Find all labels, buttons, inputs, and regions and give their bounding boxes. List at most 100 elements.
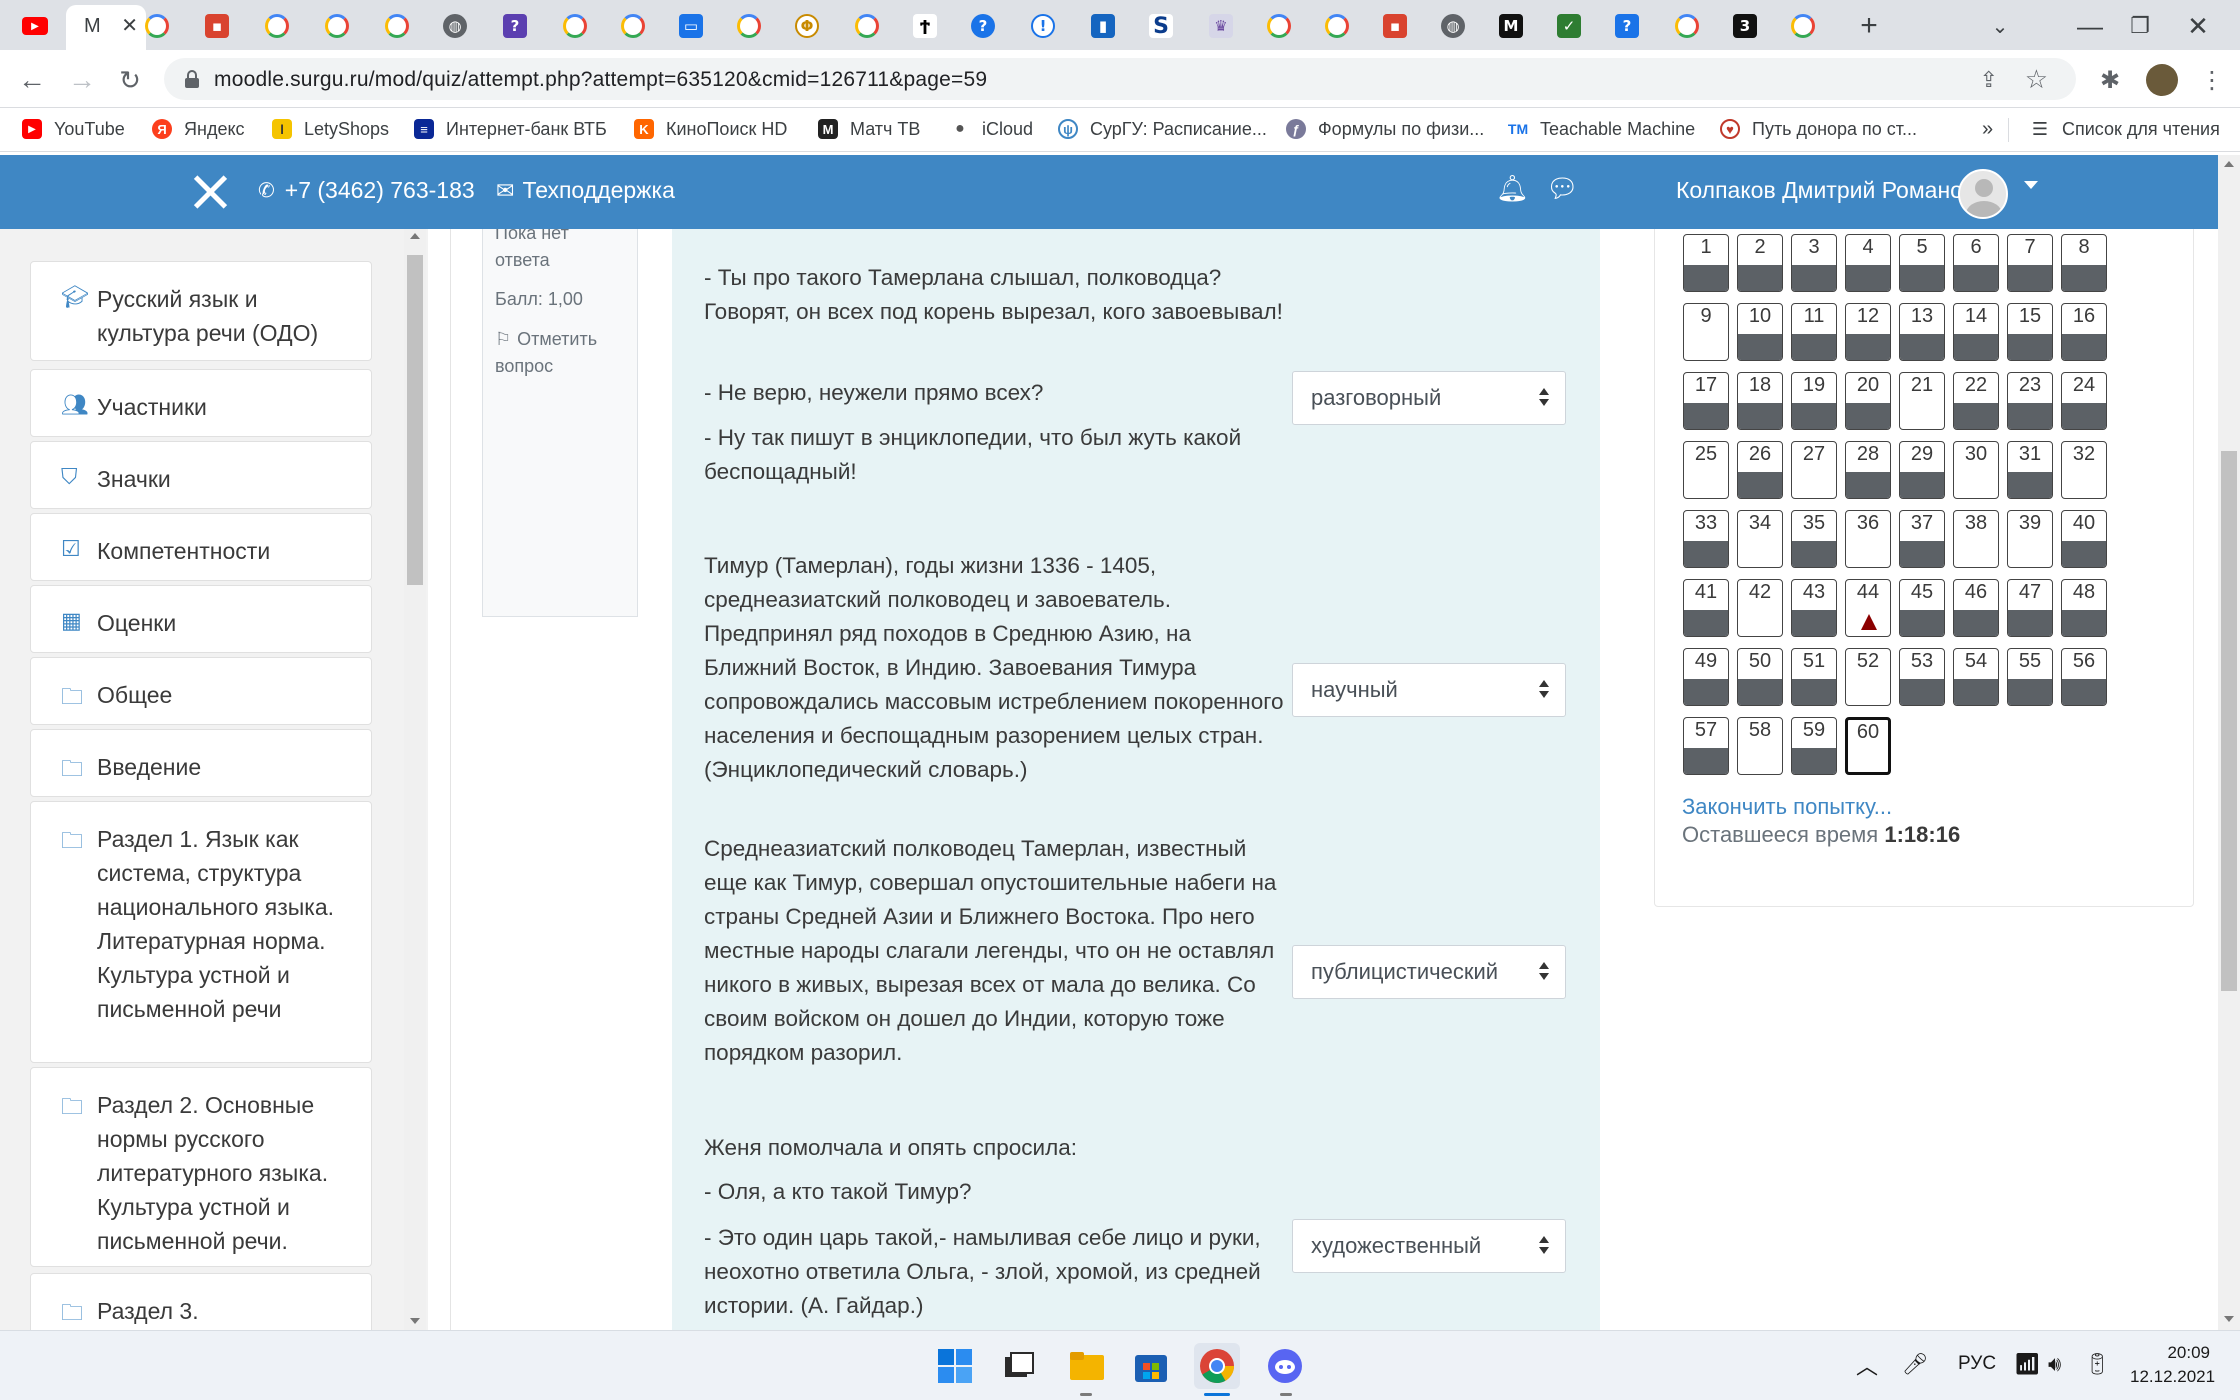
tab-google[interactable]: [370, 6, 424, 46]
menu-kebab-icon[interactable]: ⋮: [2196, 64, 2228, 96]
finish-attempt-link[interactable]: Закончить попытку...: [1682, 794, 1892, 820]
question-nav-button[interactable]: 53: [1899, 648, 1945, 706]
tab-briefcase[interactable]: ▪: [1368, 6, 1422, 46]
store-button[interactable]: [1128, 1343, 1174, 1389]
share-icon[interactable]: ⇪: [1980, 67, 1998, 93]
page-scrollbar[interactable]: [2218, 155, 2240, 1330]
question-nav-button[interactable]: 26: [1737, 441, 1783, 499]
profile-avatar[interactable]: [2146, 64, 2178, 96]
language-indicator[interactable]: РУС: [1958, 1353, 1996, 1375]
question-nav-button[interactable]: 50: [1737, 648, 1783, 706]
sidebar-item-general[interactable]: 🗀 Общее: [30, 657, 372, 725]
question-nav-button[interactable]: 48: [2061, 579, 2107, 637]
question-nav-button[interactable]: 19: [1791, 372, 1837, 430]
show-hidden-icons-chevron-icon[interactable]: ︿: [1856, 1349, 1878, 1381]
tab-google[interactable]: [1660, 6, 1714, 46]
bookmark-vtb[interactable]: ≡ Интернет-банк ВТБ: [414, 114, 607, 144]
question-nav-button[interactable]: 47: [2007, 579, 2053, 637]
question-nav-button[interactable]: 21: [1899, 372, 1945, 430]
question-nav-button[interactable]: 45: [1899, 579, 1945, 637]
volume-icon[interactable]: 🔊︎: [2048, 1353, 2061, 1377]
tab-bulb[interactable]: !: [1016, 6, 1070, 46]
question-nav-button[interactable]: 4: [1845, 234, 1891, 292]
scroll-down-arrow-icon[interactable]: [2224, 1316, 2234, 1322]
more-bookmarks-button[interactable]: »: [1982, 114, 1993, 144]
tab-3[interactable]: 3: [1718, 6, 1772, 46]
tab-globe[interactable]: ◍: [428, 6, 482, 46]
tab-google[interactable]: [130, 6, 184, 46]
tab-google[interactable]: [250, 6, 304, 46]
tab-google[interactable]: [1776, 6, 1830, 46]
microphone-icon[interactable]: 🎤︎: [1902, 1353, 1929, 1377]
tab-chat[interactable]: ▭: [664, 6, 718, 46]
tab-google[interactable]: [840, 6, 894, 46]
question-nav-button[interactable]: 34: [1737, 510, 1783, 568]
tab-google[interactable]: [548, 6, 602, 46]
sidebar-item-badges[interactable]: ⛉ Значки: [30, 441, 372, 509]
answer-select-3[interactable]: публицистический: [1292, 945, 1566, 999]
question-nav-button[interactable]: 54: [1953, 648, 1999, 706]
reload-button[interactable]: ↻: [114, 64, 146, 96]
message-icon[interactable]: 💬︎: [1546, 173, 1579, 204]
question-nav-button[interactable]: 15: [2007, 303, 2053, 361]
bookmark-teachable[interactable]: TM Teachable Machine: [1508, 114, 1695, 144]
sidebar-item-section-3[interactable]: 🗀 Раздел 3.: [30, 1273, 372, 1330]
question-nav-button[interactable]: 31: [2007, 441, 2053, 499]
question-nav-button[interactable]: 46: [1953, 579, 1999, 637]
question-nav-button[interactable]: 36: [1845, 510, 1891, 568]
bookmark-icloud[interactable]: ● iCloud: [950, 114, 1033, 144]
tab-figure[interactable]: Ϯ: [898, 6, 952, 46]
question-nav-button[interactable]: 25: [1683, 441, 1729, 499]
start-button[interactable]: [932, 1343, 978, 1389]
tab-phi[interactable]: Φ: [780, 6, 834, 46]
bookmark-yandex[interactable]: Я Яндекс: [152, 114, 245, 144]
question-nav-button[interactable]: 14: [1953, 303, 1999, 361]
question-nav-button[interactable]: 20: [1845, 372, 1891, 430]
tab-s[interactable]: S: [1134, 6, 1188, 46]
tab-check[interactable]: ✓: [1542, 6, 1596, 46]
question-nav-button[interactable]: 38: [1953, 510, 1999, 568]
question-nav-button[interactable]: 32: [2061, 441, 2107, 499]
question-nav-button[interactable]: 18: [1737, 372, 1783, 430]
bookmark-youtube[interactable]: ▶ YouTube: [22, 114, 125, 144]
question-nav-button[interactable]: 59: [1791, 717, 1837, 775]
scroll-up-arrow-icon[interactable]: [410, 233, 420, 239]
sidebar-item-participants[interactable]: 👥︎ Участники: [30, 369, 372, 437]
question-nav-button[interactable]: 9: [1683, 303, 1729, 361]
question-nav-button[interactable]: 51: [1791, 648, 1837, 706]
question-nav-button[interactable]: 37: [1899, 510, 1945, 568]
question-nav-button[interactable]: 33: [1683, 510, 1729, 568]
file-explorer-button[interactable]: [1064, 1343, 1110, 1389]
question-nav-button[interactable]: 44: [1845, 579, 1891, 637]
question-nav-button[interactable]: 43: [1791, 579, 1837, 637]
question-nav-button[interactable]: 6: [1953, 234, 1999, 292]
answer-select-4[interactable]: художественный: [1292, 1219, 1566, 1273]
tab-help[interactable]: ?: [1600, 6, 1654, 46]
sidebar-item-grades[interactable]: ▦ Оценки: [30, 585, 372, 653]
question-nav-button[interactable]: 17: [1683, 372, 1729, 430]
question-nav-button[interactable]: 23: [2007, 372, 2053, 430]
sidebar-item-course[interactable]: 🎓︎ Русский язык и культура речи (ОДО): [30, 261, 372, 361]
question-nav-button[interactable]: 7: [2007, 234, 2053, 292]
close-window-button[interactable]: ✕: [2168, 6, 2228, 46]
drawer-scrollbar[interactable]: [404, 229, 426, 1330]
restore-button[interactable]: ❐: [2110, 6, 2170, 46]
flag-question-link[interactable]: ⚐ Отметить: [495, 326, 597, 353]
sidebar-item-section-1[interactable]: 🗀 Раздел 1. Язык как система, структура …: [30, 801, 372, 1063]
tab-google[interactable]: [310, 6, 364, 46]
question-nav-button[interactable]: 11: [1791, 303, 1837, 361]
back-button[interactable]: ←: [16, 64, 48, 96]
user-menu-caret-icon[interactable]: [2024, 181, 2038, 189]
tab-search-chevron-icon[interactable]: ⌄: [1970, 6, 2030, 46]
phone-link[interactable]: ✆ +7 (3462) 763-183: [258, 177, 475, 204]
question-nav-button[interactable]: 29: [1899, 441, 1945, 499]
question-nav-button[interactable]: 10: [1737, 303, 1783, 361]
question-nav-button[interactable]: 24: [2061, 372, 2107, 430]
sidebar-item-introduction[interactable]: 🗀 Введение: [30, 729, 372, 797]
avatar[interactable]: [1958, 169, 2008, 219]
question-nav-button[interactable]: 22: [1953, 372, 1999, 430]
tab-help-blue[interactable]: ?: [956, 6, 1010, 46]
question-nav-button[interactable]: 1: [1683, 234, 1729, 292]
question-nav-button[interactable]: 8: [2061, 234, 2107, 292]
drawer-scroll-thumb[interactable]: [407, 255, 423, 585]
